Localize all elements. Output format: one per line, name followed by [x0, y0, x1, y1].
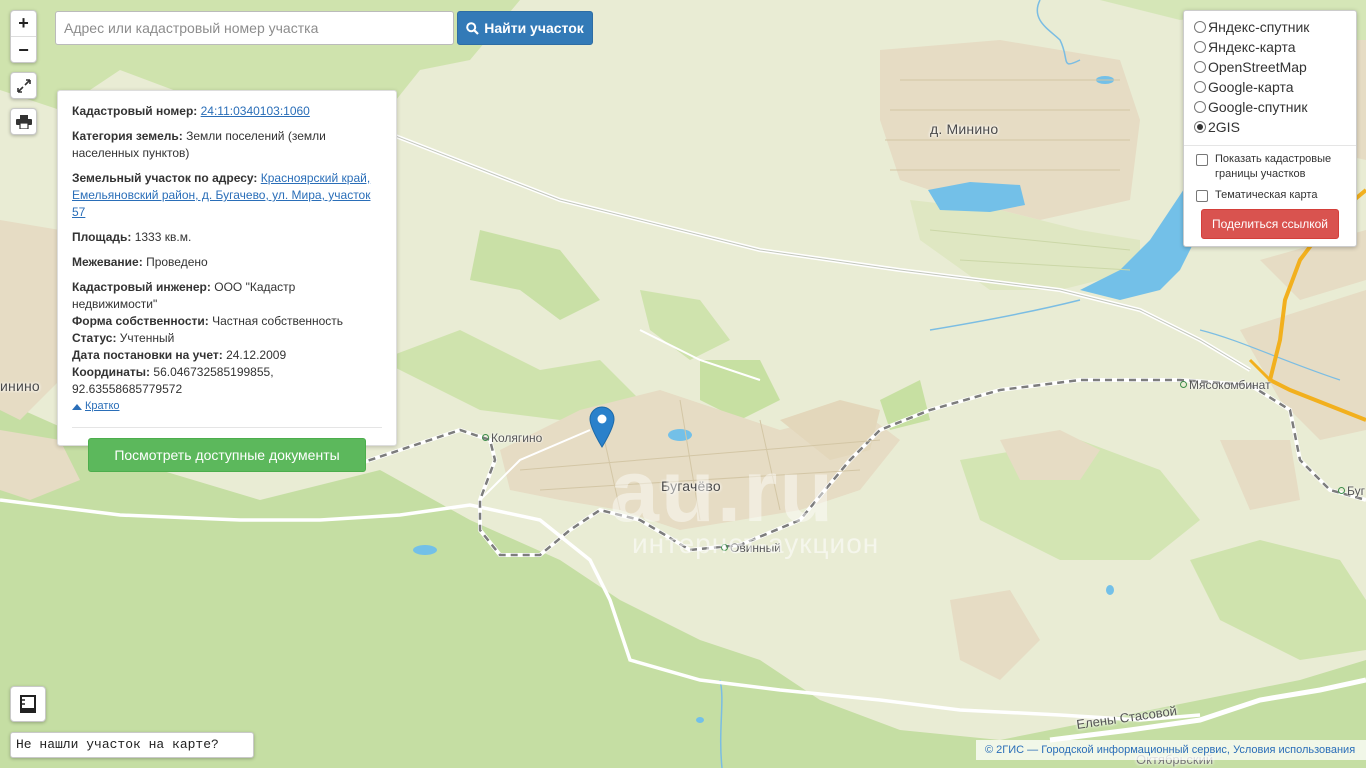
layer-option-label: Google-карта — [1208, 79, 1294, 95]
station-icon — [1180, 381, 1187, 388]
share-link-button[interactable]: Поделиться ссылкой — [1201, 209, 1339, 239]
layer-option-label: Яндекс-спутник — [1208, 19, 1310, 35]
station-label-kolyagino: Колягино — [482, 431, 542, 445]
info-survey-row: Межевание: Проведено — [72, 254, 382, 271]
layer-option[interactable]: Google-спутник — [1194, 97, 1346, 117]
radio-button[interactable] — [1194, 21, 1206, 33]
divider — [72, 427, 382, 428]
plot-info-card: Кадастровый номер: 24:11:0340103:1060 Ка… — [57, 90, 397, 472]
zoom-in-button[interactable]: + — [11, 11, 36, 37]
date-label: Дата постановки на учет: — [72, 348, 223, 362]
layer-option[interactable]: Яндекс-спутник — [1194, 17, 1346, 37]
station-name: Колягино — [491, 431, 543, 445]
layer-option[interactable]: OpenStreetMap — [1194, 57, 1346, 77]
layer-option[interactable]: Google-карта — [1194, 77, 1346, 97]
layer-option-label: OpenStreetMap — [1208, 59, 1307, 75]
cadastral-bounds-toggle[interactable]: Показать кадастровые границы участков — [1194, 152, 1346, 182]
thematic-map-label: Тематическая карта — [1215, 189, 1318, 201]
radio-button[interactable] — [1194, 81, 1206, 93]
info-cadastral-row: Кадастровый номер: 24:11:0340103:1060 — [72, 103, 382, 120]
radio-button[interactable] — [1194, 61, 1206, 73]
date-value: 24.12.2009 — [226, 348, 287, 362]
view-documents-button[interactable]: Посмотреть доступные документы — [88, 438, 366, 472]
thematic-map-toggle[interactable]: Тематическая карта — [1194, 188, 1346, 203]
attribution-text: © 2ГИС — Городской информационный сервис… — [985, 744, 1230, 756]
ownership-value: Частная собственность — [212, 314, 344, 328]
measure-button[interactable] — [10, 686, 46, 722]
status-label: Статус: — [72, 331, 117, 345]
station-label-ovinny: Овинный — [721, 541, 781, 555]
divider — [1184, 145, 1356, 146]
zoom-out-button[interactable]: − — [11, 37, 36, 63]
layer-option-label: Google-спутник — [1208, 99, 1308, 115]
place-label-minino-left: инино — [0, 378, 40, 394]
map-attribution: © 2ГИС — Городской информационный сервис… — [976, 740, 1366, 760]
radio-button[interactable] — [1194, 121, 1206, 133]
search-button-label: Найти участок — [484, 20, 584, 36]
category-label: Категория земель: — [72, 129, 183, 143]
print-button[interactable] — [10, 108, 37, 135]
place-label-minino: д. Минино — [930, 121, 999, 137]
expand-icon — [16, 78, 31, 93]
checkbox[interactable] — [1196, 190, 1208, 202]
info-area-row: Площадь: 1333 кв.м. — [72, 229, 382, 246]
info-status-row: Статус: Учтенный — [72, 330, 382, 347]
area-value: 1333 кв.м. — [134, 230, 192, 244]
station-name: Овинный — [730, 541, 781, 555]
station-name: Мясокомбинат — [1189, 378, 1271, 392]
info-engineer-row: Кадастровый инженер: ООО "Кадастр недвиж… — [72, 279, 382, 313]
ruler-icon — [20, 695, 36, 713]
coords-label: Координаты: — [72, 365, 151, 379]
layer-option[interactable]: Яндекс-карта — [1194, 37, 1346, 57]
info-coords-row: Координаты: 56.046732585199855, 92.63558… — [72, 364, 382, 398]
address-label: Земельный участок по адресу: — [72, 171, 258, 185]
survey-label: Межевание: — [72, 255, 143, 269]
info-ownership-row: Форма собственности: Частная собственнос… — [72, 313, 382, 330]
layer-option[interactable]: 2GIS — [1194, 117, 1346, 137]
station-name: Буг — [1347, 484, 1365, 498]
place-label-bugachevo: Бугачёво — [661, 478, 721, 494]
engineer-label: Кадастровый инженер: — [72, 280, 211, 294]
plot-marker-icon[interactable] — [589, 406, 615, 448]
collapse-link[interactable]: Кратко — [72, 398, 382, 415]
radio-button[interactable] — [1194, 101, 1206, 113]
layer-option-label: Яндекс-карта — [1208, 39, 1296, 55]
info-category-row: Категория земель: Земли поселений (земли… — [72, 128, 382, 162]
ownership-label: Форма собственности: — [72, 314, 209, 328]
print-icon — [15, 114, 32, 129]
status-value: Учтенный — [119, 331, 175, 345]
cadastral-label: Кадастровый номер: — [72, 104, 198, 118]
radio-button[interactable] — [1194, 41, 1206, 53]
station-label-myasokombinat: Мясокомбинат — [1180, 378, 1271, 392]
cadastral-number-link[interactable]: 24:11:0340103:1060 — [201, 104, 310, 118]
search-input[interactable] — [55, 11, 454, 45]
layers-panel: Яндекс-спутник Яндекс-карта OpenStreetMap G… — [1183, 10, 1357, 247]
station-icon — [482, 434, 489, 441]
checkbox[interactable] — [1196, 154, 1208, 166]
area-label: Площадь: — [72, 230, 132, 244]
station-icon — [1338, 487, 1345, 494]
info-address-row: Земельный участок по адресу: Красноярски… — [72, 170, 382, 221]
station-icon — [721, 544, 728, 551]
fullscreen-button[interactable] — [10, 72, 37, 99]
layer-options: Яндекс-спутник Яндекс-карта OpenStreetMap G… — [1194, 17, 1346, 137]
search-button[interactable]: Найти участок — [457, 11, 593, 45]
zoom-control: + − — [10, 10, 37, 63]
layer-option-label: 2GIS — [1208, 119, 1240, 135]
info-date-row: Дата постановки на учет: 24.12.2009 — [72, 347, 382, 364]
station-label-bug: Буг — [1338, 484, 1365, 498]
survey-value: Проведено — [146, 255, 208, 269]
search-icon — [466, 21, 479, 35]
caret-up-icon — [72, 403, 82, 410]
cadastral-bounds-label: Показать кадастровые границы участков — [1215, 153, 1332, 180]
not-found-button[interactable]: Не нашли участок на карте? — [10, 732, 254, 758]
collapse-link-label: Кратко — [85, 400, 120, 412]
terms-link[interactable]: Условия использования — [1233, 744, 1355, 756]
